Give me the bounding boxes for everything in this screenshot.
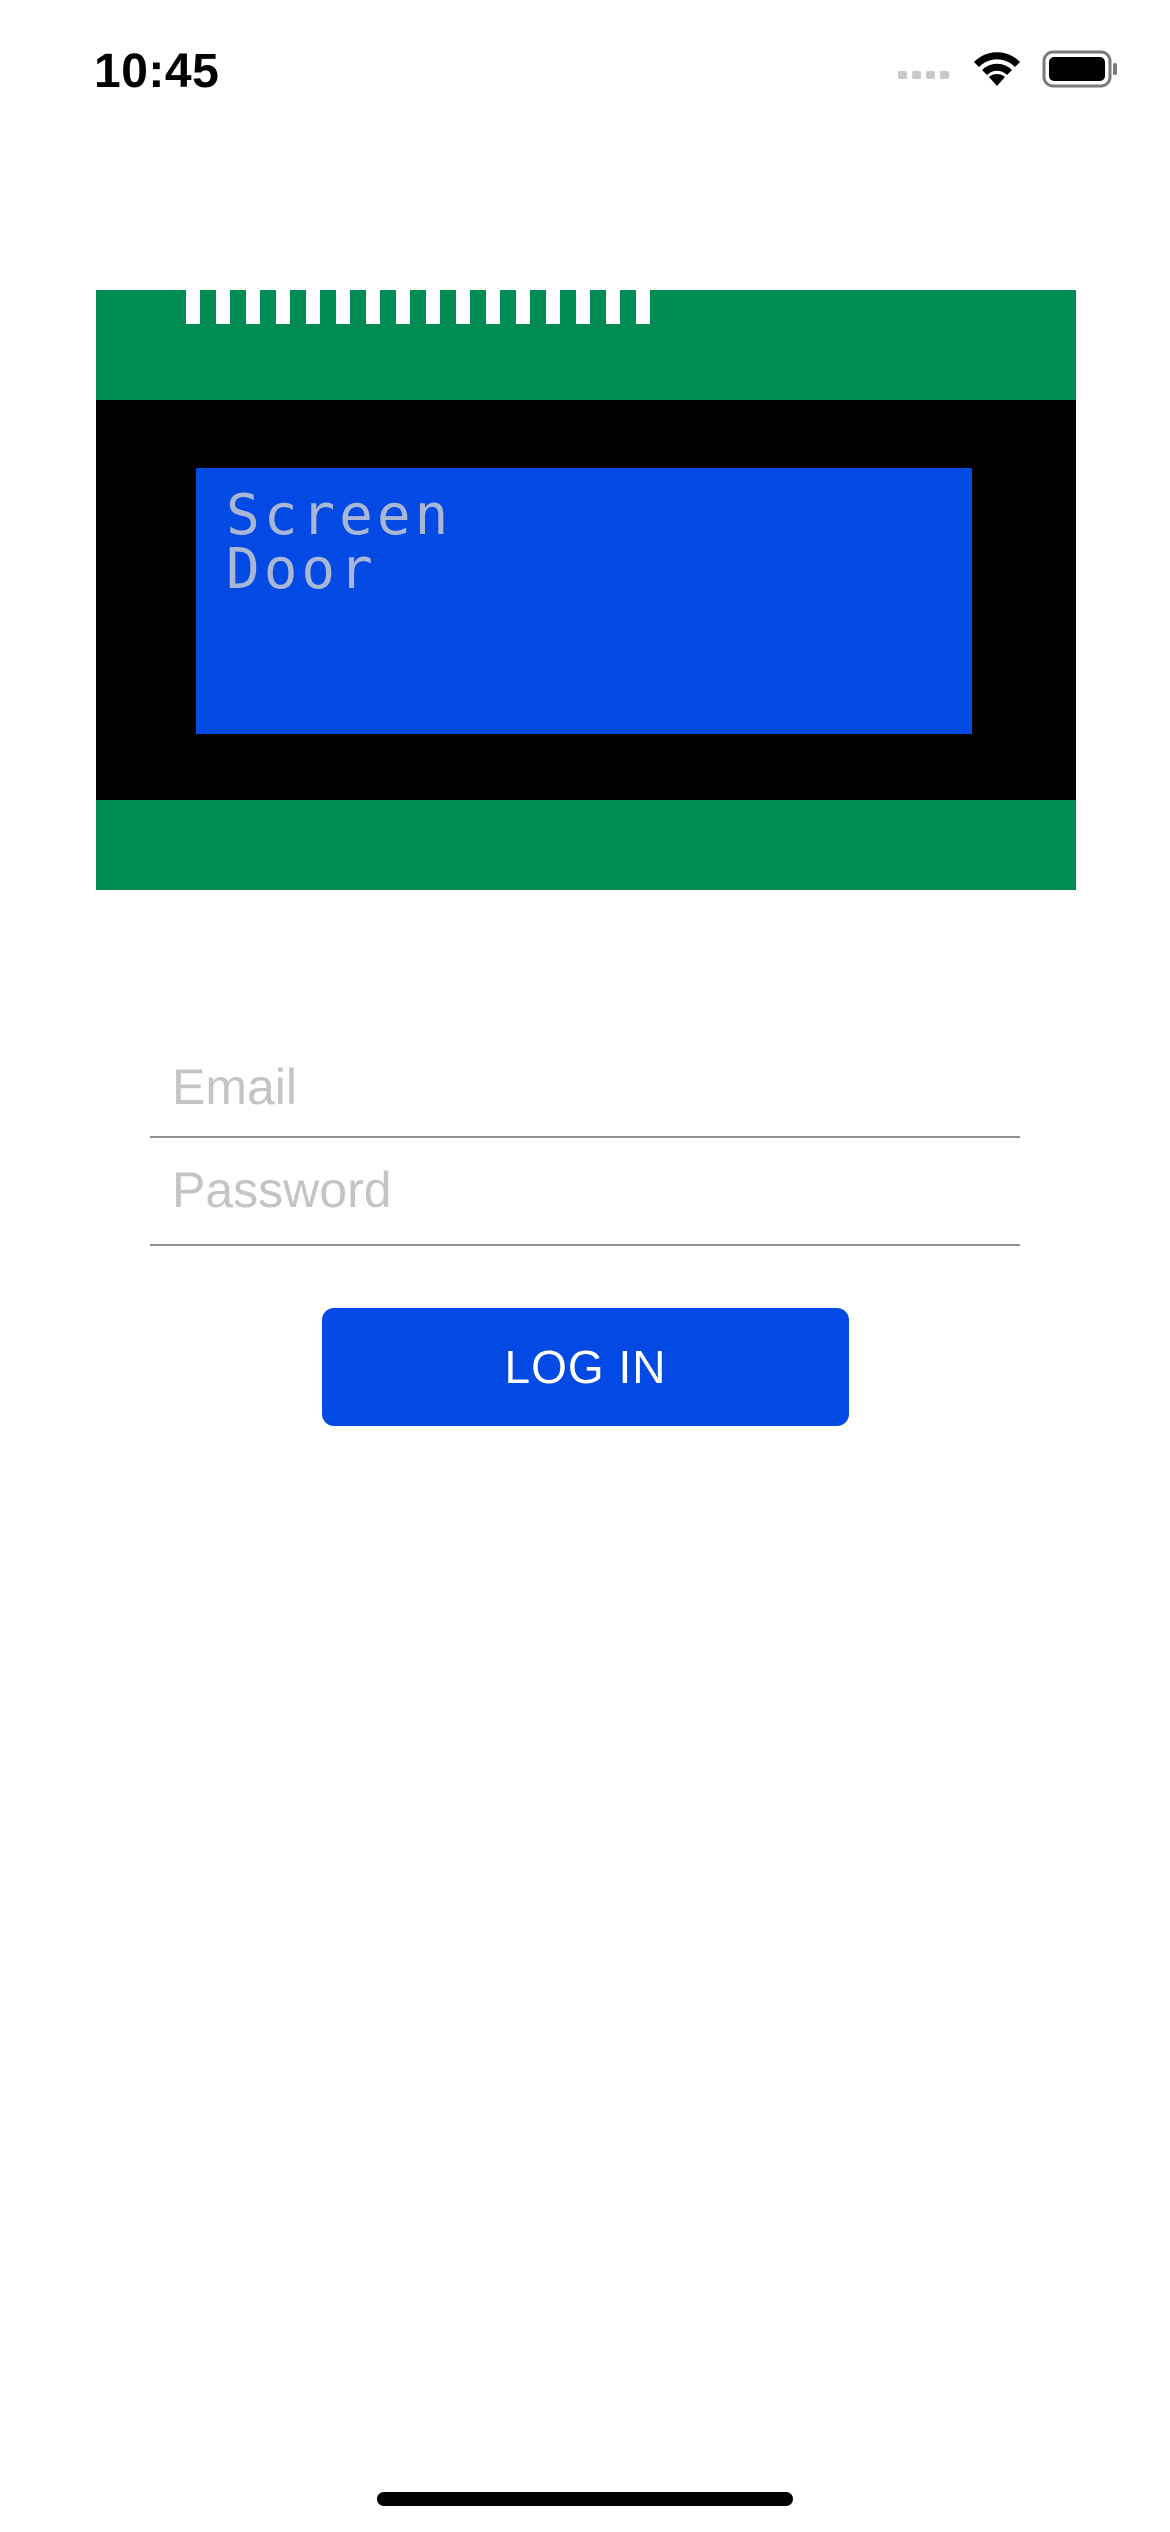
pcb-top [96,290,1076,400]
pin [546,290,560,324]
pin [606,290,620,324]
pin [636,290,650,324]
status-bar: 10:45 [0,0,1170,150]
email-field-container [150,1040,1020,1138]
lcd-screen: Screen Door [196,468,972,734]
password-field-container [150,1138,1020,1246]
status-time: 10:45 [94,45,220,98]
header-pins [186,290,650,324]
lcd-line-2: Door [226,537,377,602]
pin [486,290,500,324]
pin [396,290,410,324]
pin [516,290,530,324]
login-button[interactable]: LOG IN [322,1308,849,1426]
home-indicator[interactable] [377,2492,793,2506]
password-field[interactable] [150,1138,1020,1242]
pin [246,290,260,324]
status-icons [898,50,1118,88]
pin [186,290,200,324]
pin [306,290,320,324]
battery-icon [1042,50,1117,88]
pin [366,290,380,324]
pin [276,290,290,324]
pin [426,290,440,324]
pin [336,290,350,324]
pin [456,290,470,324]
pcb-bottom [96,800,1076,890]
lcd-line-1: Screen [226,483,453,548]
wifi-icon [974,52,1020,86]
email-field[interactable] [150,1040,1020,1134]
cellular-signal-icon [898,71,949,79]
app-logo: Screen Door [96,290,1076,890]
lcd-bezel: Screen Door [96,400,1076,800]
pin [576,290,590,324]
pin [216,290,230,324]
